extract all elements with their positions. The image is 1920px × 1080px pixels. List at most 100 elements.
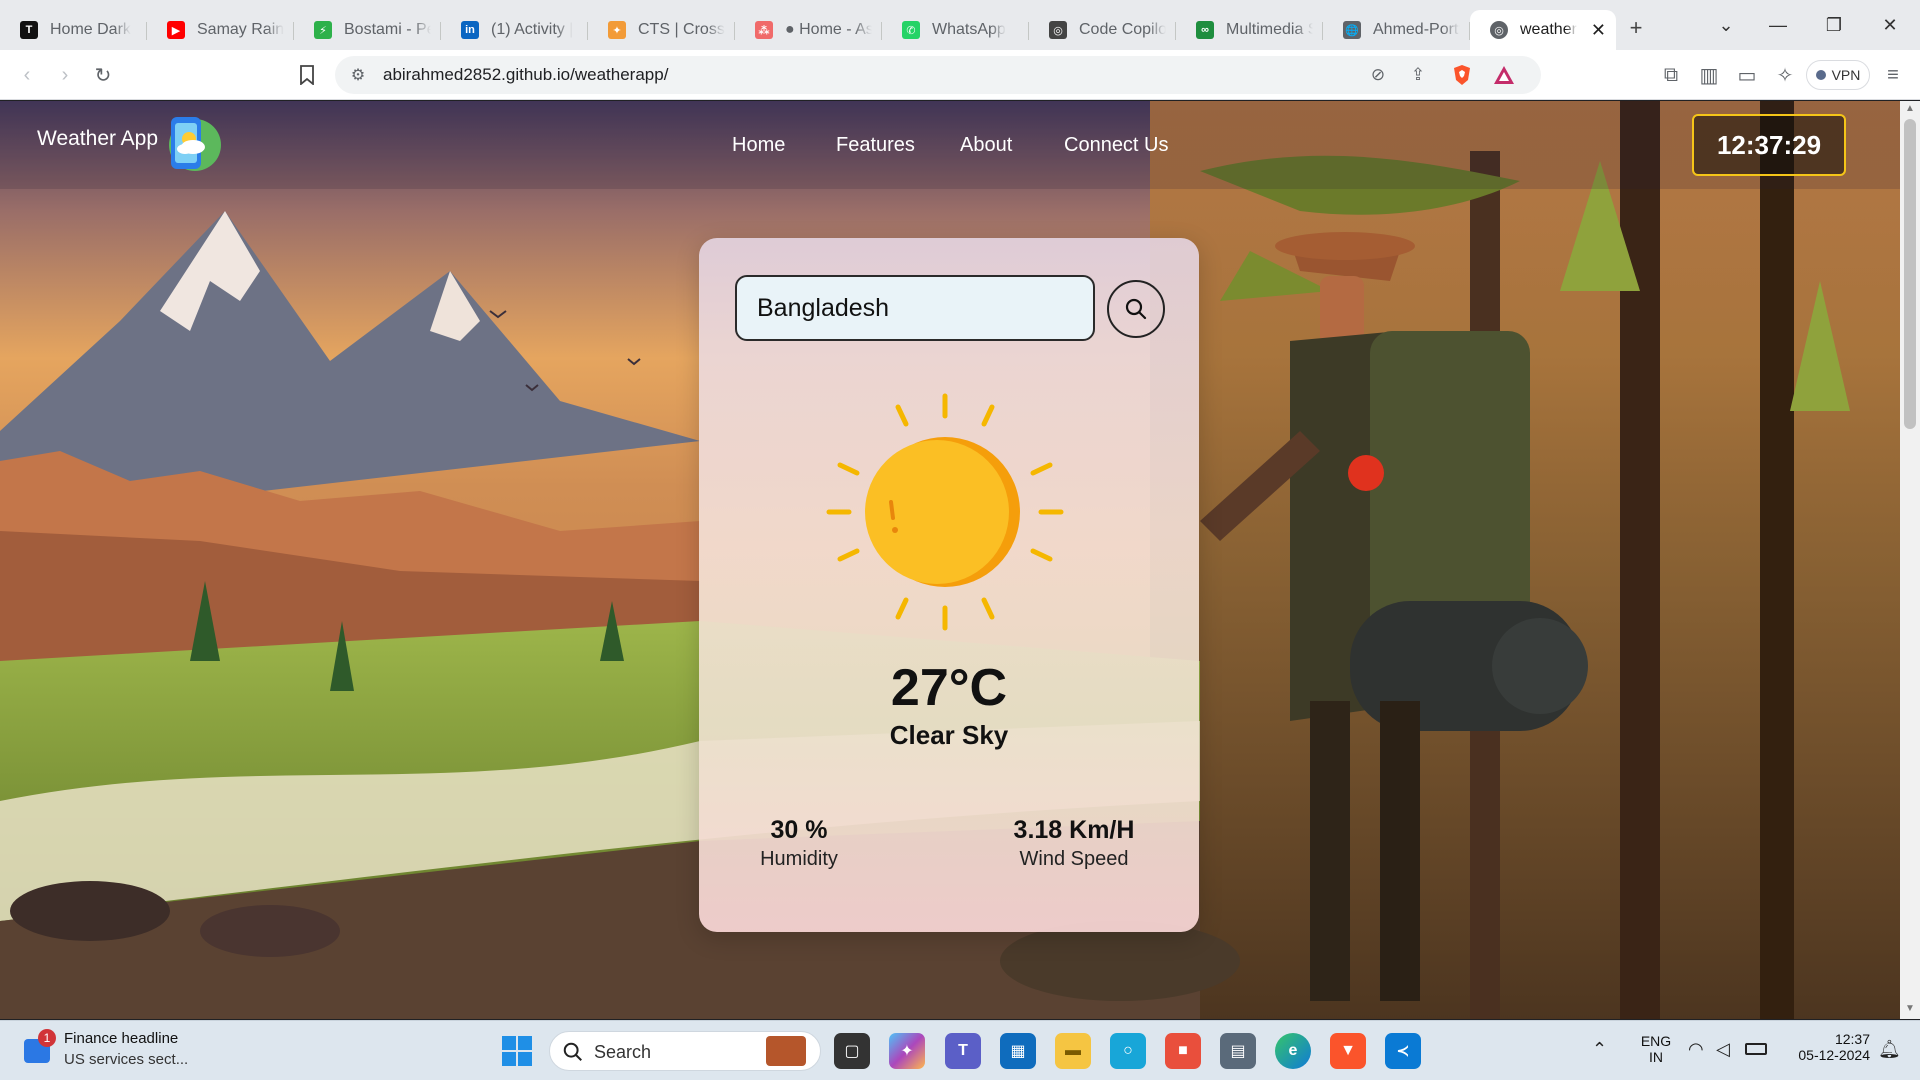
wind-speed-value: 3.18 Km/H <box>1013 816 1135 844</box>
tab-3[interactable]: in (1) Activity | <box>441 10 588 50</box>
tab-label: weather <box>1520 21 1577 38</box>
edge-icon[interactable]: e <box>1275 1033 1311 1069</box>
search-icon <box>1125 298 1147 320</box>
notification-bell-icon[interactable]: 🔔︎ <box>1878 1039 1901 1060</box>
brave-rewards-icon[interactable] <box>1489 60 1519 90</box>
tab-7[interactable]: ◎ Code Copilot <box>1029 10 1176 50</box>
tab-0[interactable]: T Home Dark <box>0 10 147 50</box>
brave-shield-icon[interactable] <box>1447 60 1477 90</box>
new-tab-button[interactable]: + <box>1616 8 1656 48</box>
close-window-button[interactable]: ✕ <box>1862 0 1918 50</box>
alexa-icon[interactable]: ○ <box>1110 1033 1146 1069</box>
humidity-value: 30 % <box>770 816 828 844</box>
store-icon[interactable]: ▦ <box>1000 1033 1036 1069</box>
humidity-label: Humidity <box>760 848 838 870</box>
tab-list: T Home Dark ▶ Samay Raina ⚡ Bostami - Pe in (1)… <box>0 0 1470 50</box>
news-title: Finance headline <box>64 1030 179 1047</box>
tab-4[interactable]: ✦ CTS | Cross t <box>588 10 735 50</box>
address-bar[interactable]: ⚙ abirahmed2852.github.io/weatherapp/ ⊘ … <box>335 56 1541 94</box>
windows-start-icon[interactable] <box>502 1036 532 1066</box>
remote-desktop-icon[interactable]: ▤ <box>1220 1033 1256 1069</box>
tab-5[interactable]: ⁂ ● Home - As <box>735 10 882 50</box>
scroll-up-icon[interactable]: ▲ <box>1904 103 1916 115</box>
reload-icon[interactable]: ↻ <box>88 60 118 90</box>
whatsapp-icon: ✆ <box>902 21 920 39</box>
news-subtitle: US services sect... <box>64 1051 189 1068</box>
tab-label: Samay Raina <box>197 21 284 38</box>
clock-tray[interactable]: 12:37 05-12-2024 <box>1782 1031 1870 1063</box>
share-icon[interactable]: ⇪ <box>1403 60 1433 90</box>
teams-icon[interactable]: T <box>945 1033 981 1069</box>
search-button[interactable] <box>1107 280 1165 338</box>
nav-features[interactable]: Features <box>836 134 915 157</box>
battery-icon[interactable] <box>1745 1043 1767 1055</box>
extensions-icon[interactable]: ⧉ <box>1656 60 1686 90</box>
reader-mode-icon[interactable]: ⊘ <box>1363 60 1393 90</box>
app-navbar: Weather App Home Features About Connect Us … <box>0 101 1900 189</box>
camera-app-icon[interactable]: ■ <box>1165 1033 1201 1069</box>
vscode-icon[interactable]: ≺ <box>1385 1033 1421 1069</box>
tab-9[interactable]: 🌐 Ahmed-Portf <box>1323 10 1470 50</box>
vpn-button[interactable]: VPN <box>1806 60 1870 90</box>
tab-8[interactable]: ∞ Multimedia S <box>1176 10 1323 50</box>
wallet-icon[interactable]: ▭ <box>1732 60 1762 90</box>
wifi-icon[interactable]: ◠ <box>1688 1039 1704 1060</box>
forward-icon[interactable]: › <box>50 60 80 90</box>
news-widget[interactable]: 1 Finance headline US services sect... <box>0 1021 220 1080</box>
tab-6[interactable]: ✆ WhatsApp <box>882 10 1029 50</box>
youtube-icon: ▶ <box>167 21 185 39</box>
back-icon[interactable]: ‹ <box>12 60 42 90</box>
multimedia-icon: ∞ <box>1196 21 1214 39</box>
tray-chevron-icon[interactable]: ⌃ <box>1592 1039 1607 1060</box>
notion-like-icon: T <box>20 21 38 39</box>
tab-label: ● Home - As <box>785 21 872 38</box>
file-explorer-icon[interactable]: ▬ <box>1055 1033 1091 1069</box>
tab-2[interactable]: ⚡ Bostami - Pe <box>294 10 441 50</box>
tab-active-weather[interactable]: ◎ weather ✕ <box>1470 10 1616 50</box>
sidebar-icon[interactable]: ▥ <box>1694 60 1724 90</box>
task-view-icon[interactable]: ▢ <box>834 1033 870 1069</box>
site-info-icon[interactable]: ⚙ <box>343 60 373 90</box>
vpn-status-dot <box>1815 70 1826 80</box>
windows-taskbar: 1 Finance headline US services sect... S… <box>0 1020 1920 1080</box>
wind-speed-label: Wind Speed <box>1019 848 1129 870</box>
page-scrollbar[interactable]: ▲ ▼ <box>1900 101 1920 1019</box>
leo-ai-icon[interactable]: ✧ <box>1770 60 1800 90</box>
bookmark-icon[interactable] <box>292 60 322 90</box>
menu-icon[interactable]: ≡ <box>1878 60 1908 90</box>
nav-about[interactable]: About <box>960 134 1012 157</box>
weather-description: Clear Sky <box>889 720 1009 750</box>
globe-icon: 🌐 <box>1343 21 1361 39</box>
tab-label: (1) Activity | <box>491 21 574 38</box>
restore-button[interactable]: ❐ <box>1806 0 1862 50</box>
tab-label: Multimedia S <box>1226 21 1313 38</box>
tab-strip: T Home Dark ▶ Samay Raina ⚡ Bostami - Pe in (1)… <box>0 0 1920 50</box>
asana-icon: ⁂ <box>755 21 773 39</box>
input-language[interactable]: ENG IN <box>1636 1033 1676 1065</box>
brand-logo-icon <box>169 117 221 171</box>
brand-title[interactable]: Weather App <box>37 127 158 151</box>
openai-icon: ◎ <box>1049 21 1067 39</box>
lang-top: ENG <box>1640 1033 1672 1049</box>
weather-card: 27°C Clear Sky 30 % Humidity 3.18 Km/H W… <box>699 238 1199 932</box>
minimize-button[interactable]: — <box>1750 0 1806 50</box>
tab-search-chevron-icon[interactable]: ⌄ <box>1698 0 1754 50</box>
tab-label: Code Copilot <box>1079 21 1166 38</box>
volume-icon[interactable]: ◁ <box>1716 1039 1730 1060</box>
weather-page: Weather App Home Features About Connect Us … <box>0 101 1900 1019</box>
scrollbar-thumb[interactable] <box>1904 119 1916 429</box>
tab-label: Ahmed-Portf <box>1373 21 1460 38</box>
taskbar-search[interactable]: Search <box>549 1031 821 1071</box>
lang-bottom: IN <box>1649 1049 1663 1065</box>
nav-connect-us[interactable]: Connect Us <box>1064 134 1169 157</box>
tab-1[interactable]: ▶ Samay Raina <box>147 10 294 50</box>
browser-toolbar: ‹ › ↻ ⚙ abirahmed2852.github.io/weathera… <box>0 50 1920 100</box>
brave-icon[interactable]: ▼ <box>1330 1033 1366 1069</box>
close-tab-icon[interactable]: ✕ <box>1591 20 1606 41</box>
copilot-icon[interactable]: ✦ <box>889 1033 925 1069</box>
nav-home[interactable]: Home <box>732 134 785 157</box>
scroll-down-icon[interactable]: ▼ <box>1904 1003 1916 1015</box>
tray-date: 05-12-2024 <box>1798 1047 1870 1063</box>
tray-time: 12:37 <box>1834 1031 1870 1047</box>
city-search-input[interactable] <box>735 275 1095 341</box>
